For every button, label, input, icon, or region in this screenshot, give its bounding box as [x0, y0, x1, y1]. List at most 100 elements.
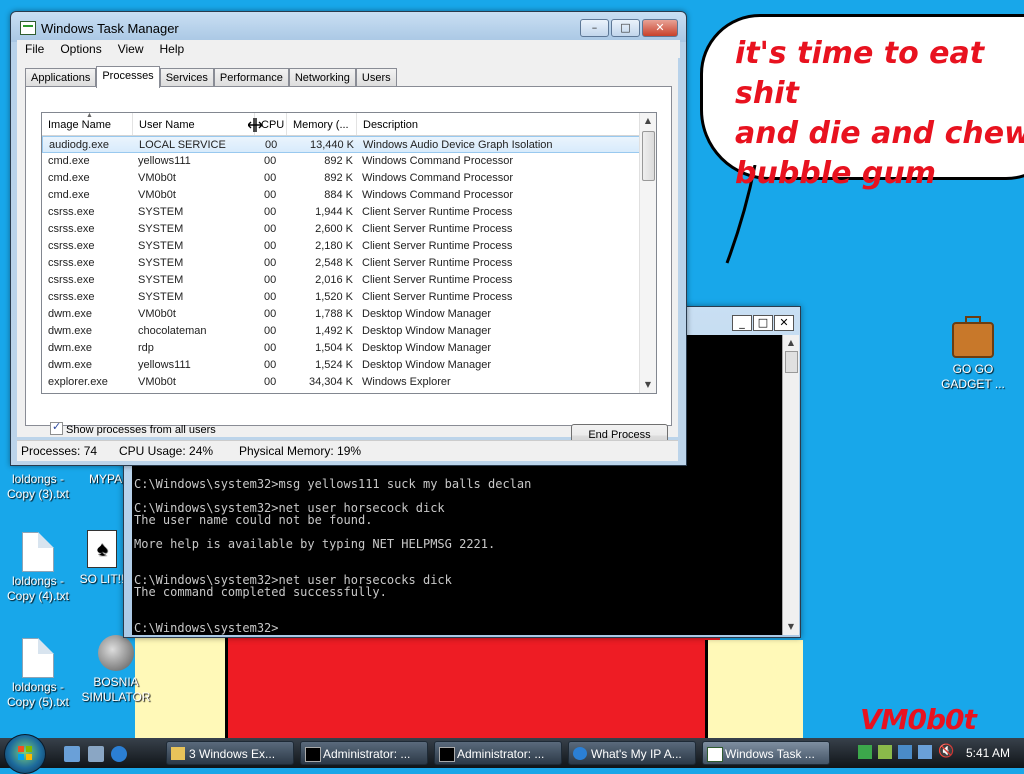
taskbar-button-cmd-1[interactable]: Administrator: ...	[300, 741, 428, 765]
process-row[interactable]: dwm.exe rdp 00 1,504 K Desktop Window Manage…	[42, 340, 640, 357]
minimize-button[interactable]: _	[732, 315, 752, 331]
switch-windows-icon[interactable]	[88, 746, 104, 762]
tab-services[interactable]: Services	[159, 68, 214, 87]
process-cpu: 00	[264, 325, 277, 337]
process-row[interactable]: csrss.exe SYSTEM 00 2,548 K Client Server Ru…	[42, 255, 640, 272]
text-file-icon	[22, 638, 54, 678]
process-user-name: VM0b0t	[138, 189, 176, 201]
column-headers: ▲ Image Name User Name CPU Memory (... D…	[42, 113, 640, 136]
maximize-button[interactable]: □	[753, 315, 773, 331]
process-memory: 34,304 K	[308, 376, 353, 388]
process-memory: 892 K	[324, 155, 353, 167]
process-row[interactable]: cmd.exe yellows111 00 892 K Windows Command …	[42, 153, 640, 170]
process-row[interactable]: csrss.exe SYSTEM 00 1,520 K Client Server Ru…	[42, 289, 640, 306]
volume-muted-icon[interactable]: 🔇	[938, 745, 954, 759]
system-clock[interactable]: 5:41 AM	[966, 746, 1010, 760]
process-cpu: 00	[264, 223, 277, 235]
tab-networking[interactable]: Networking	[288, 68, 356, 87]
desktop-icon-bosnia-simulator[interactable]: BOSNIA SIMULATOR	[78, 633, 154, 705]
process-cpu: 00	[264, 274, 277, 286]
process-row[interactable]: dwm.exe yellows111 00 1,524 K Desktop Window…	[42, 357, 640, 374]
process-image-name: explorer.exe	[48, 376, 108, 388]
paint-red-shape	[225, 630, 720, 738]
process-row[interactable]: dwm.exe chocolateman 00 1,492 K Desktop Wind…	[42, 323, 640, 340]
process-cpu: 00	[264, 172, 277, 184]
taskbar-button-whats-my-ip[interactable]: What's My IP A...	[568, 741, 696, 765]
menu-file[interactable]: File	[17, 40, 52, 58]
tray-app-icon[interactable]	[918, 745, 932, 759]
process-description: Client Server Runtime Process	[362, 274, 513, 286]
process-list[interactable]: ▲ Image Name User Name CPU Memory (... D…	[41, 112, 657, 394]
process-row[interactable]: cmd.exe VM0b0t 00 884 K Windows Command Proc…	[42, 187, 640, 204]
process-row[interactable]: audiodg.exe LOCAL SERVICE 00 13,440 K Window…	[42, 136, 640, 153]
minesweeper-icon	[98, 635, 134, 671]
network-icon[interactable]	[898, 745, 912, 759]
sort-ascending-icon: ▲	[86, 112, 93, 119]
process-memory: 1,524 K	[315, 359, 353, 371]
scroll-up-arrow-icon[interactable]: ▲	[640, 113, 656, 129]
process-cpu: 00	[264, 257, 277, 269]
command-prompt-icon	[439, 747, 455, 762]
process-row[interactable]: csrss.exe SYSTEM 00 1,944 K Client Server Ru…	[42, 204, 640, 221]
maximize-button[interactable]: □	[611, 19, 640, 37]
column-header-image-name[interactable]: ▲ Image Name	[42, 113, 133, 135]
column-header-memory[interactable]: Memory (...	[287, 113, 357, 135]
scroll-down-arrow-icon[interactable]: ▼	[783, 619, 799, 635]
task-manager-window[interactable]: Windows Task Manager – □ ✕ File Options Vi…	[10, 11, 687, 466]
process-user-name: yellows111	[138, 155, 191, 167]
taskbar-button-task-manager[interactable]: Windows Task ...	[702, 741, 830, 765]
process-image-name: csrss.exe	[48, 206, 95, 218]
scroll-thumb[interactable]	[642, 131, 655, 181]
tab-processes[interactable]: Processes	[96, 66, 160, 88]
menu-bar: File Options View Help	[17, 40, 680, 58]
taskbar-button-windows-explorer[interactable]: 3 Windows Ex...	[166, 741, 294, 765]
process-row[interactable]: csrss.exe SYSTEM 00 2,180 K Client Server Ru…	[42, 238, 640, 255]
process-row[interactable]: csrss.exe SYSTEM 00 2,600 K Client Server Ru…	[42, 221, 640, 238]
tab-applications[interactable]: Applications	[25, 68, 97, 87]
desktop-icon-loldongs-copy-5[interactable]: loldongs - Copy (5).txt	[0, 638, 76, 710]
tab-users[interactable]: Users	[355, 68, 397, 87]
tray-app-icon[interactable]	[858, 745, 872, 759]
show-all-users-option[interactable]: Show processes from all users	[50, 420, 216, 436]
process-row[interactable]: cmd.exe VM0b0t 00 892 K Windows Command Proc…	[42, 170, 640, 187]
column-header-user-name[interactable]: User Name	[133, 113, 255, 135]
scroll-down-arrow-icon[interactable]: ▼	[640, 377, 656, 393]
process-memory: 1,520 K	[315, 291, 353, 303]
desktop-icon-gadget[interactable]: GO GO GADGET ...	[935, 316, 1011, 392]
menu-view[interactable]: View	[110, 40, 152, 58]
menu-help[interactable]: Help	[152, 40, 193, 58]
title-bar[interactable]: Windows Task Manager – □ ✕	[11, 12, 686, 42]
vertical-scrollbar[interactable]: ▲ ▼	[639, 113, 656, 393]
process-row[interactable]: explorer.exe VM0b0t 00 34,304 K Windows Expl…	[42, 374, 640, 391]
command-prompt-icon	[305, 747, 321, 762]
process-description: Client Server Runtime Process	[362, 257, 513, 269]
internet-explorer-icon[interactable]	[111, 746, 127, 762]
process-cpu: 00	[264, 240, 277, 252]
show-all-users-checkbox[interactable]	[50, 420, 63, 435]
process-user-name: rdp	[138, 342, 154, 354]
process-image-name: csrss.exe	[48, 223, 95, 235]
window-title: Windows Task Manager	[41, 21, 179, 36]
process-image-name: csrss.exe	[48, 240, 95, 252]
close-button[interactable]: ✕	[642, 19, 678, 37]
process-row[interactable]: dwm.exe VM0b0t 00 1,788 K Desktop Window Man…	[42, 306, 640, 323]
process-description: Client Server Runtime Process	[362, 223, 513, 235]
desktop-icon-label: loldongs - Copy (4).txt	[6, 574, 69, 603]
desktop-icon-loldongs-copy-3[interactable]: loldongs - Copy (3).txt	[0, 472, 76, 502]
show-desktop-icon[interactable]	[64, 746, 80, 762]
process-row[interactable]: csrss.exe SYSTEM 00 2,016 K Client Server Ru…	[42, 272, 640, 289]
process-image-name: csrss.exe	[48, 257, 95, 269]
close-button[interactable]: ✕	[774, 315, 794, 331]
start-button[interactable]	[4, 734, 46, 774]
process-memory: 2,548 K	[315, 257, 353, 269]
column-header-description[interactable]: Description	[357, 113, 640, 135]
tray-app-icon[interactable]	[878, 745, 892, 759]
minimize-button[interactable]: –	[580, 19, 609, 37]
tab-performance[interactable]: Performance	[213, 68, 289, 87]
scroll-up-arrow-icon[interactable]: ▲	[783, 335, 799, 351]
menu-options[interactable]: Options	[52, 40, 109, 58]
taskbar-button-cmd-2[interactable]: Administrator: ...	[434, 741, 562, 765]
process-cpu: 00	[265, 139, 278, 151]
vertical-scrollbar[interactable]: ▲ ▼	[782, 335, 799, 635]
scroll-thumb[interactable]	[785, 351, 798, 373]
